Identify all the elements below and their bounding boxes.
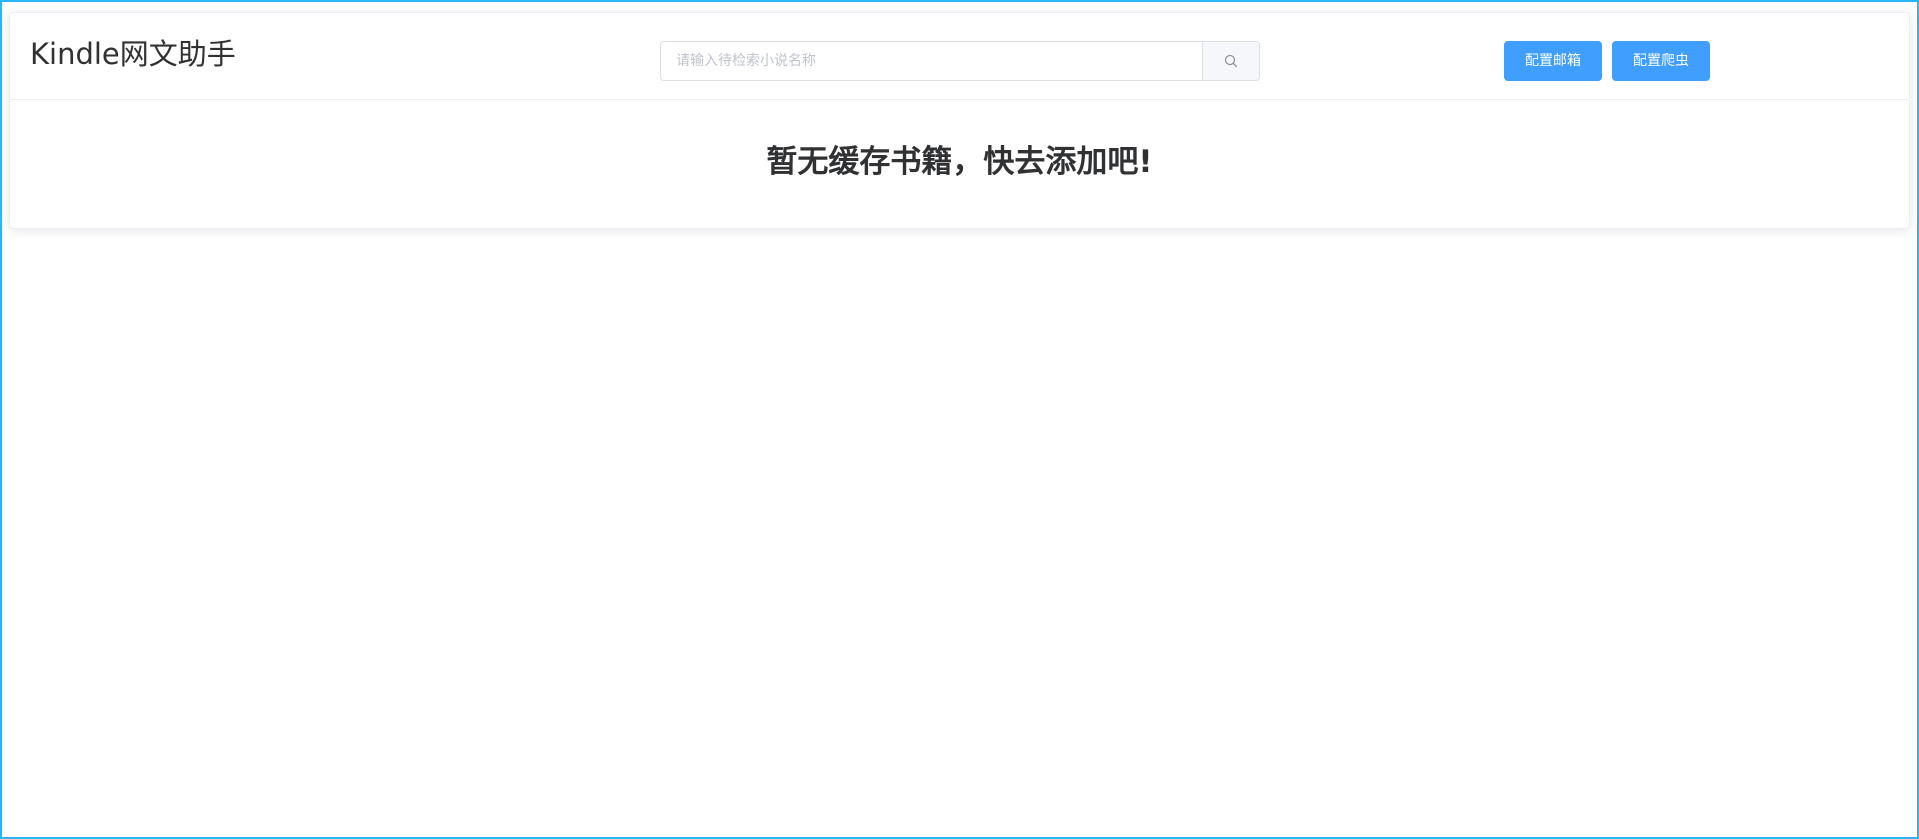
search-input[interactable] — [660, 41, 1202, 81]
card-header: Kindle网文助手 配置邮箱 配置爬虫 — [10, 13, 1909, 100]
app-title: Kindle网文助手 — [30, 37, 236, 71]
search-button[interactable] — [1202, 41, 1260, 81]
config-email-button[interactable]: 配置邮箱 — [1504, 41, 1602, 81]
main-card: Kindle网文助手 配置邮箱 配置爬虫 暂无缓存书籍，快去添加吧! — [9, 12, 1910, 229]
empty-state-message: 暂无缓存书籍，快去添加吧! — [766, 144, 1153, 180]
config-crawler-button[interactable]: 配置爬虫 — [1612, 41, 1710, 81]
search-bar — [660, 41, 1260, 81]
search-icon — [1224, 54, 1238, 68]
